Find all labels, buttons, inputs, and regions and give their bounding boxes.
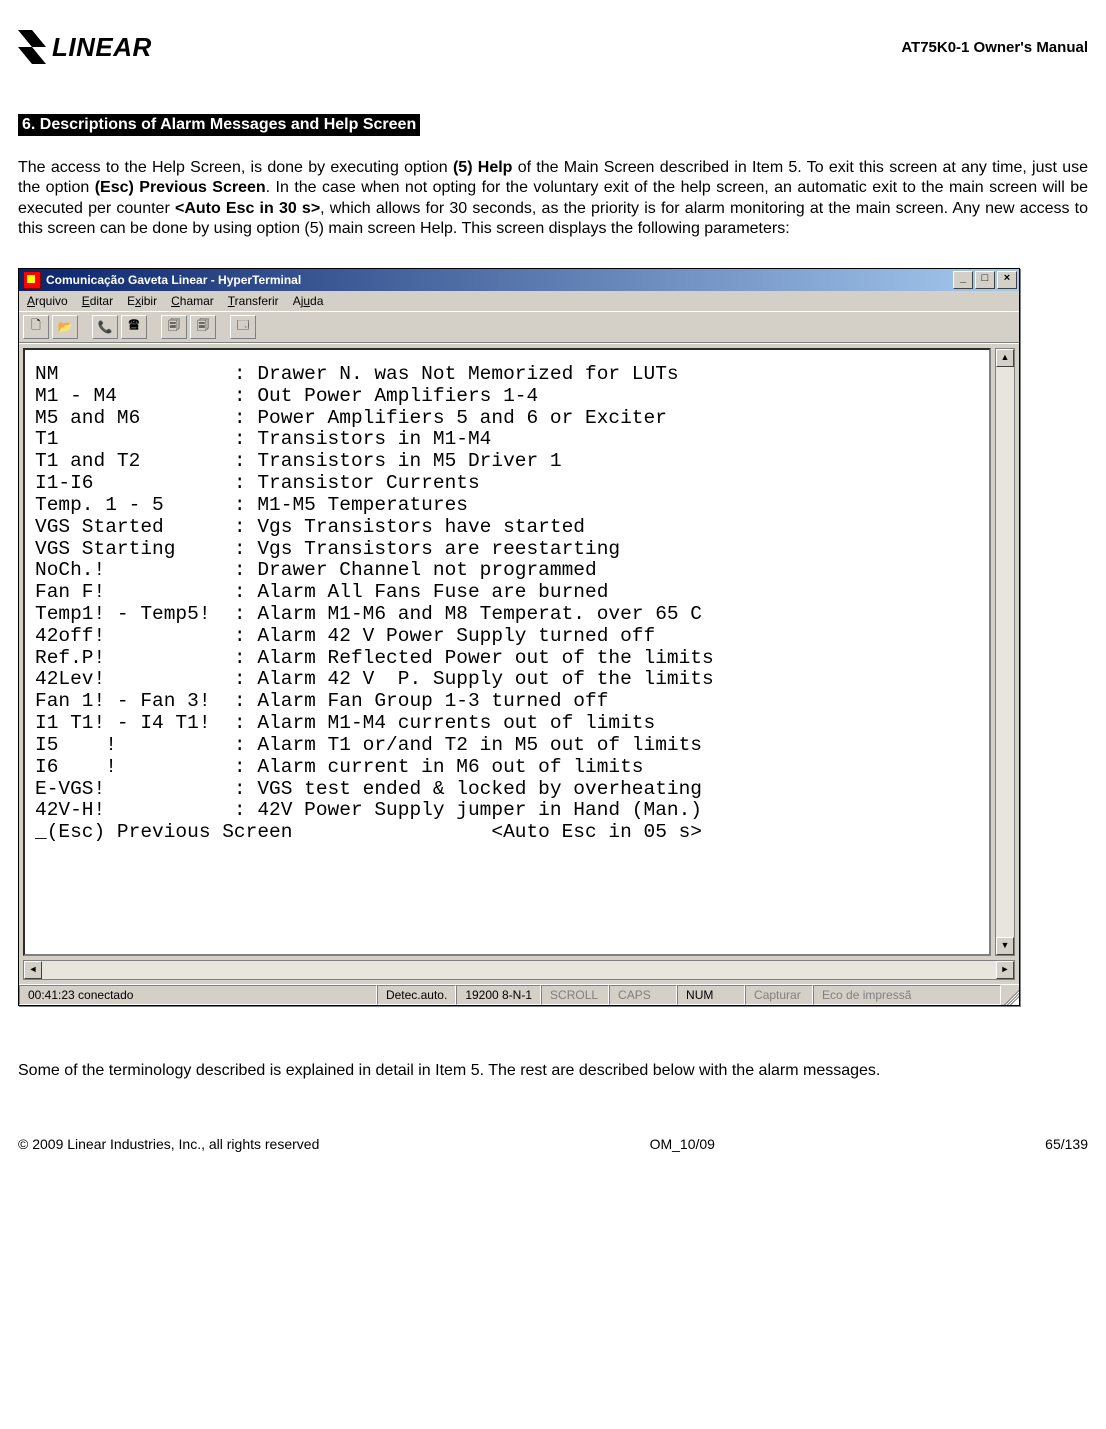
page-footer: © 2009 Linear Industries, Inc., all righ… [18, 1136, 1088, 1152]
status-echo: Eco de impressã [813, 985, 1001, 1005]
menu-editar[interactable]: Editar [82, 294, 113, 308]
properties-icon[interactable]: 🗔 [230, 315, 256, 339]
status-scroll: SCROLL [541, 985, 609, 1005]
status-num: NUM [677, 985, 745, 1005]
menu-arquivo[interactable]: Arquivo [27, 294, 68, 308]
section-heading: 6. Descriptions of Alarm Messages and He… [18, 114, 420, 136]
menu-exibir[interactable]: Exibir [127, 294, 157, 308]
window-titlebar[interactable]: Comunicação Gaveta Linear - HyperTermina… [19, 269, 1019, 291]
intro-text: The access to the Help Screen, is done b… [18, 159, 453, 176]
status-baud: 19200 8-N-1 [456, 985, 541, 1005]
resize-grip-icon[interactable] [1001, 985, 1019, 1005]
terminal-output[interactable]: NM : Drawer N. was Not Memorized for LUT… [23, 348, 991, 956]
open-doc-icon[interactable]: 📂 [52, 315, 78, 339]
hyperterminal-window: Comunicação Gaveta Linear - HyperTermina… [18, 268, 1020, 1006]
toolbar: 🗋📂 📞🖀 🗐🗐 🗔 [19, 311, 1019, 343]
menubar: Arquivo Editar Exibir Chamar Transferir … [19, 291, 1019, 311]
connect-icon[interactable]: 📞 [92, 315, 118, 339]
status-capture: Capturar [745, 985, 813, 1005]
new-doc-icon[interactable]: 🗋 [23, 315, 49, 339]
document-label: AT75K0-1 Owner's Manual [901, 39, 1088, 56]
vertical-scrollbar[interactable]: ▲ ▼ [995, 348, 1015, 956]
scroll-down-icon[interactable]: ▼ [996, 937, 1014, 955]
minimize-button[interactable]: _ [953, 271, 973, 289]
brand-text: LINEAR [52, 32, 152, 63]
intro-bold-counter: <Auto Esc in 30 s> [175, 200, 320, 217]
maximize-button[interactable]: □ [975, 271, 995, 289]
intro-bold-help: (5) Help [453, 159, 512, 176]
receive-icon[interactable]: 🗐 [190, 315, 216, 339]
intro-bold-esc: (Esc) Previous Screen [95, 179, 266, 196]
close-button[interactable]: × [997, 271, 1017, 289]
menu-chamar[interactable]: Chamar [171, 294, 214, 308]
footer-page-number: 65/139 [1045, 1136, 1088, 1152]
menu-transferir[interactable]: Transferir [228, 294, 279, 308]
horizontal-scrollbar[interactable]: ◄ ► [23, 960, 1015, 980]
brand-logo: LINEAR [18, 30, 152, 64]
scroll-track[interactable] [42, 961, 996, 979]
status-detect: Detec.auto. [377, 985, 456, 1005]
scroll-track[interactable] [996, 367, 1014, 937]
closing-paragraph: Some of the terminology described is exp… [18, 1061, 1088, 1081]
window-buttons: _ □ × [953, 271, 1017, 289]
scroll-right-icon[interactable]: ► [996, 961, 1014, 979]
scroll-left-icon[interactable]: ◄ [24, 961, 42, 979]
footer-copyright: © 2009 Linear Industries, Inc., all righ… [18, 1136, 319, 1152]
send-icon[interactable]: 🗐 [161, 315, 187, 339]
app-icon [23, 271, 41, 289]
disconnect-icon[interactable]: 🖀 [121, 315, 147, 339]
logo-icon [18, 30, 46, 64]
footer-doc-code: OM_10/09 [650, 1136, 715, 1152]
page-header: LINEAR AT75K0-1 Owner's Manual [18, 30, 1088, 64]
scroll-up-icon[interactable]: ▲ [996, 349, 1014, 367]
window-title: Comunicação Gaveta Linear - HyperTermina… [46, 273, 301, 287]
statusbar: 00:41:23 conectado Detec.auto. 19200 8-N… [19, 984, 1019, 1005]
intro-paragraph: The access to the Help Screen, is done b… [18, 158, 1088, 240]
menu-ajuda[interactable]: Ajuda [293, 294, 324, 308]
status-time: 00:41:23 conectado [19, 985, 377, 1005]
status-caps: CAPS [609, 985, 677, 1005]
